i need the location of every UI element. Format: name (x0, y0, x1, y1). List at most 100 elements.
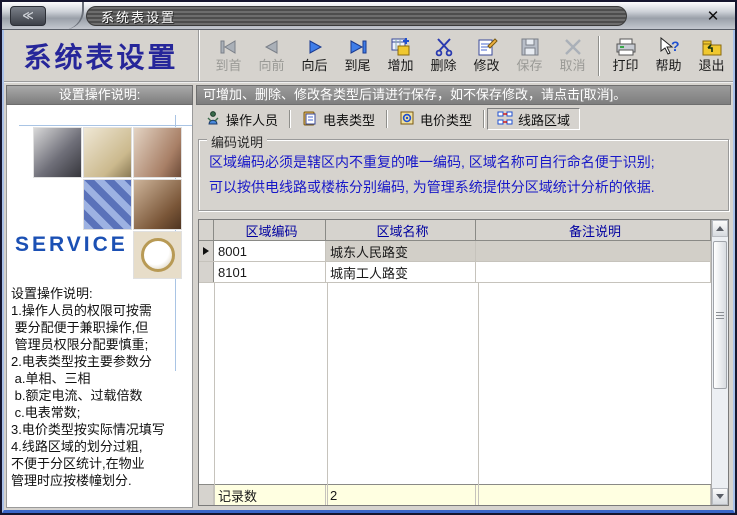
tab-operators-label: 操作人员 (226, 110, 278, 129)
service-collage: SERVICE (7, 105, 192, 251)
groupbox-line: 可以按供电线路或楼栋分别编码, 为管理系统提供分区域统计分析的依据. (209, 175, 720, 200)
go-prev-icon (260, 36, 284, 58)
meter-type-clipboard-icon (302, 110, 318, 129)
instruction-line: 4.线路区域的划分过粗, (11, 438, 192, 455)
current-row-arrow-icon (203, 247, 209, 255)
add-button[interactable]: 增加 (379, 33, 422, 79)
record-count-row: 记录数 2 (199, 484, 711, 505)
print-button[interactable]: 打印 (604, 33, 647, 79)
window-title: 系统表设置 (101, 7, 176, 26)
table-row[interactable]: 8101 城南工人路变 (199, 262, 711, 283)
print-label: 打印 (612, 58, 638, 74)
delete-scissors-icon (433, 36, 455, 58)
cell-note[interactable] (476, 241, 711, 261)
scroll-down-arrow-icon (716, 494, 724, 499)
tab-price-type[interactable]: 电价类型 (390, 108, 481, 130)
help-label: 帮助 (655, 58, 681, 74)
record-count-value: 2 (326, 485, 476, 505)
cell-region-code[interactable]: 8001 (214, 241, 326, 261)
grid-empty-area (199, 283, 711, 484)
tab-separator (289, 110, 291, 128)
instruction-line: 1.操作人员的权限可按需 (11, 302, 192, 319)
go-last-button[interactable]: 到尾 (336, 33, 379, 79)
main-panel: 可增加、删除、修改各类型后请进行保存，如不保存修改，请点击[取消]。 操作人员 (196, 85, 731, 508)
exit-label: 退出 (698, 58, 724, 74)
code-description-groupbox: 编码说明 区域编码必须是辖区内不重复的唯一编码, 区域名称可自行命名便于识别; … (198, 139, 729, 211)
grid-header-row: 区域编码 区域名称 备注说明 (199, 220, 711, 241)
groupbox-line: 区域编码必须是辖区内不重复的唯一编码, 区域名称可自行命名便于识别; (209, 150, 720, 175)
vertical-scrollbar[interactable] (711, 220, 728, 505)
go-last-icon (346, 36, 370, 58)
photo-keyboard (83, 179, 132, 230)
scrollbar-grip-icon (716, 312, 724, 319)
save-button[interactable]: 保存 (508, 33, 551, 79)
footer-selector-cell (199, 485, 214, 505)
service-label: SERVICE (15, 233, 128, 257)
scroll-down-button[interactable] (712, 488, 728, 505)
go-next-button[interactable]: 向后 (293, 33, 336, 79)
exit-button[interactable]: 退出 (690, 33, 733, 79)
page-title: 系统表设置 (4, 30, 199, 81)
scrollbar-thumb[interactable] (713, 241, 727, 389)
go-first-label: 到首 (215, 58, 241, 74)
cell-region-name[interactable]: 城南工人路变 (326, 262, 476, 282)
scrollbar-track[interactable] (712, 237, 728, 488)
table-row[interactable]: 8001 城东人民路变 (199, 241, 711, 262)
cell-region-code[interactable]: 8101 (214, 262, 326, 282)
app-logo-icon: ≪ (10, 6, 46, 26)
tab-meter-type[interactable]: 电表类型 (293, 108, 384, 130)
instruction-line: 要分配便于兼职操作,但 (11, 319, 192, 336)
column-header-region-code[interactable]: 区域编码 (214, 220, 326, 240)
instruction-line: 不便于分区统计,在物业 (11, 455, 192, 472)
save-label: 保存 (516, 58, 542, 74)
tabs-row: 操作人员 电表类型 电价类型 (196, 105, 731, 131)
titlebar-curve-decoration (54, 2, 84, 30)
price-type-book-icon (399, 110, 415, 129)
title-pill: 系统表设置 (86, 6, 627, 26)
footer-empty-cell (476, 485, 711, 505)
modify-button[interactable]: 修改 (465, 33, 508, 79)
photo-pen (83, 127, 132, 178)
photo-instruments (133, 127, 182, 178)
cell-region-name[interactable]: 城东人民路变 (326, 241, 476, 261)
save-floppy-icon (519, 36, 541, 58)
region-grid-wrap: 区域编码 区域名称 备注说明 8001 城东人民路变 8101 (198, 219, 729, 506)
row-selector-current (199, 241, 214, 261)
modify-label: 修改 (473, 58, 499, 74)
tab-separator (386, 110, 388, 128)
instruction-line: 管理时应按楼幢划分. (11, 472, 192, 489)
close-button[interactable]: ✕ (703, 6, 723, 26)
collage-frame-line (19, 125, 192, 126)
toolbar: 到首 向前 向后 (199, 30, 733, 81)
instruction-line: 设置操作说明: (11, 285, 192, 302)
tab-operators[interactable]: 操作人员 (196, 108, 287, 130)
cancel-label: 取消 (559, 58, 585, 74)
tab-line-region[interactable]: 线路区域 (487, 108, 580, 130)
go-first-button[interactable]: 到首 (207, 33, 250, 79)
sidebar-header: 设置操作说明: (6, 85, 193, 105)
title-bar: ≪ 系统表设置 ✕ (2, 2, 735, 30)
operator-person-icon (205, 110, 221, 129)
column-header-note[interactable]: 备注说明 (476, 220, 711, 240)
column-header-region-name[interactable]: 区域名称 (326, 220, 476, 240)
go-next-label: 向后 (301, 58, 327, 74)
instruction-line: 2.电表类型按主要参数分 (11, 353, 192, 370)
instruction-line: 3.电价类型按实际情况填写 (11, 421, 192, 438)
photo-hand-tools (133, 179, 182, 230)
add-label: 增加 (387, 58, 413, 74)
content-row: 设置操作说明: SERVICE 设置操作说明: (4, 83, 733, 510)
go-prev-button[interactable]: 向前 (250, 33, 293, 79)
record-count-label: 记录数 (214, 485, 326, 505)
instruction-line: 管理员权限分配要慎重; (11, 336, 192, 353)
scroll-up-button[interactable] (712, 220, 728, 237)
go-last-label: 到尾 (344, 58, 370, 74)
instruction-line: b.额定电流、过载倍数 (11, 387, 192, 404)
help-button[interactable]: ? 帮助 (647, 33, 690, 79)
cell-note[interactable] (476, 262, 711, 282)
row-selector-header (199, 220, 214, 240)
delete-button[interactable]: 删除 (422, 33, 465, 79)
printer-icon (614, 36, 638, 58)
region-grid: 区域编码 区域名称 备注说明 8001 城东人民路变 8101 (199, 220, 711, 505)
cancel-button[interactable]: 取消 (551, 33, 594, 79)
delete-label: 删除 (430, 58, 456, 74)
